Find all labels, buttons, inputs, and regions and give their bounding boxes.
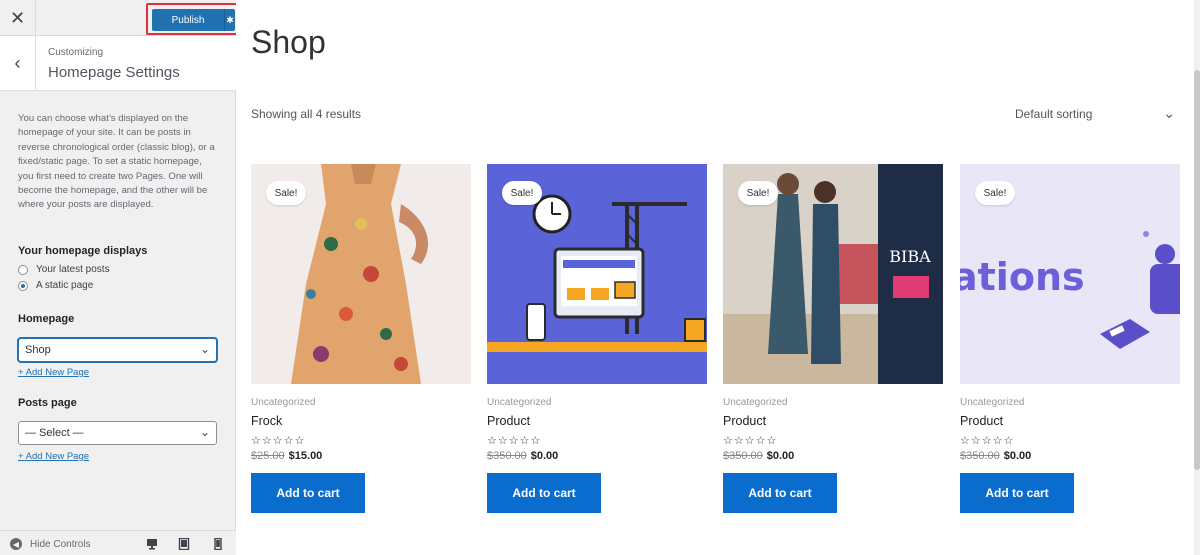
sale-price: $0.00 xyxy=(766,450,795,462)
product-name[interactable]: Product xyxy=(960,414,1180,428)
mobile-icon xyxy=(214,538,222,550)
gear-icon: ✱ xyxy=(226,14,234,25)
product-name[interactable]: Product xyxy=(723,414,943,428)
radio-button[interactable] xyxy=(18,264,28,275)
page-title: Shop xyxy=(251,24,326,60)
sale-price: $0.00 xyxy=(1003,450,1032,462)
chevron-left-icon: ‹ xyxy=(14,53,21,73)
product-price: $350.00 $0.00 xyxy=(960,450,1180,462)
old-price: $350.00 xyxy=(723,450,763,462)
scrollbar[interactable] xyxy=(1194,0,1200,555)
product-name[interactable]: Product xyxy=(487,414,707,428)
collapse-icon: ◀ xyxy=(10,538,22,550)
product-image-frock[interactable]: Sale! xyxy=(251,164,471,384)
publish-settings-button[interactable]: ✱ xyxy=(224,9,235,31)
chevron-down-icon: ⌄ xyxy=(199,425,210,439)
product-image[interactable]: BIBA Sale! xyxy=(723,164,943,384)
radio-label: A static page xyxy=(36,280,94,291)
product-price: $25.00 $15.00 xyxy=(251,450,471,462)
star-rating: ☆☆☆☆☆ xyxy=(960,435,1015,447)
section-title: Homepage Settings xyxy=(48,64,180,81)
homepage-select-value: Shop xyxy=(25,344,51,356)
biba-logo-text: BIBA xyxy=(889,247,931,266)
homepage-label: Homepage xyxy=(18,313,75,325)
site-preview: Shop Showing all 4 results Default sorti… xyxy=(236,0,1200,555)
product-image[interactable]: ations Sale! xyxy=(960,164,1180,384)
add-to-cart-button[interactable]: Add to cart xyxy=(251,473,365,513)
old-price: $350.00 xyxy=(487,450,527,462)
product-category[interactable]: Uncategorized xyxy=(487,397,707,408)
back-button[interactable]: ‹ xyxy=(0,36,36,91)
desktop-preview-button[interactable] xyxy=(146,538,158,550)
add-to-cart-button[interactable]: Add to cart xyxy=(960,473,1074,513)
product-category[interactable]: Uncategorized xyxy=(251,397,471,408)
product-name[interactable]: Frock xyxy=(251,414,471,428)
close-icon: ✕ xyxy=(9,7,26,28)
sale-badge: Sale! xyxy=(502,181,542,205)
posts-page-select[interactable]: — Select — ⌄ xyxy=(18,421,217,445)
sale-badge: Sale! xyxy=(266,181,306,205)
customizer-sidebar: ✕ Publish ✱ ‹ Customizing Homepage Setti… xyxy=(0,0,239,555)
banner-text: ations xyxy=(960,255,1085,299)
result-count: Showing all 4 results xyxy=(251,107,362,121)
sale-badge: Sale! xyxy=(738,181,778,205)
customizer-footer: ◀ Hide Controls xyxy=(0,530,236,555)
chevron-down-icon: ⌄ xyxy=(199,342,210,356)
sorting-value: Default sorting xyxy=(1015,107,1093,121)
radio-latest-posts[interactable]: Your latest posts xyxy=(18,264,110,275)
posts-page-select-value: — Select — xyxy=(25,427,84,439)
desktop-icon xyxy=(147,539,157,550)
section-header: ‹ Customizing Homepage Settings xyxy=(0,36,236,91)
product-category[interactable]: Uncategorized xyxy=(723,397,943,408)
old-price: $25.00 xyxy=(251,450,285,462)
scrollbar-thumb[interactable] xyxy=(1194,70,1200,470)
posts-page-label: Posts page xyxy=(18,397,77,409)
publish-button[interactable]: Publish xyxy=(152,9,224,31)
homepage-displays-label: Your homepage displays xyxy=(18,245,148,257)
old-price: $350.00 xyxy=(960,450,1000,462)
tablet-preview-button[interactable] xyxy=(178,538,190,550)
sale-price: $0.00 xyxy=(530,450,559,462)
product-card: Sale! Uncategorized Frock ☆☆☆☆☆ $25.00 $1… xyxy=(251,164,471,513)
star-rating: ☆☆☆☆☆ xyxy=(251,435,306,447)
hide-controls-button[interactable]: ◀ Hide Controls xyxy=(10,538,91,550)
breadcrumb: Customizing xyxy=(48,47,104,58)
mobile-preview-button[interactable] xyxy=(212,538,224,550)
add-new-page-link[interactable]: + Add New Page xyxy=(18,367,89,378)
sale-badge: Sale! xyxy=(975,181,1015,205)
add-to-cart-button[interactable]: Add to cart xyxy=(723,473,837,513)
radio-static-page[interactable]: A static page xyxy=(18,280,93,291)
product-price: $350.00 $0.00 xyxy=(487,450,707,462)
product-category[interactable]: Uncategorized xyxy=(960,397,1180,408)
product-card: Sale! Uncategorized Product ☆☆☆☆☆ $350.0… xyxy=(487,164,707,513)
product-card: ations Sale! Uncategorized Product ☆☆☆☆☆… xyxy=(960,164,1180,513)
radio-button-selected[interactable] xyxy=(18,280,28,291)
section-description: You can choose what’s displayed on the h… xyxy=(18,113,215,211)
product-card: BIBA Sale! Uncategorized Product ☆☆☆☆☆ $… xyxy=(723,164,943,513)
star-rating: ☆☆☆☆☆ xyxy=(487,435,542,447)
publish-highlight: Publish ✱ xyxy=(146,3,239,35)
customizer-header: ✕ Publish ✱ xyxy=(0,0,239,36)
sorting-select[interactable]: Default sorting ⌄ xyxy=(1015,105,1175,121)
product-image[interactable]: Sale! xyxy=(487,164,707,384)
radio-label: Your latest posts xyxy=(36,264,110,275)
add-new-page-link-posts[interactable]: + Add New Page xyxy=(18,451,89,462)
tablet-icon xyxy=(178,538,190,550)
homepage-select[interactable]: Shop ⌄ xyxy=(18,338,217,362)
add-to-cart-button[interactable]: Add to cart xyxy=(487,473,601,513)
product-price: $350.00 $0.00 xyxy=(723,450,943,462)
star-rating: ☆☆☆☆☆ xyxy=(723,435,778,447)
sale-price: $15.00 xyxy=(288,450,323,462)
close-button[interactable]: ✕ xyxy=(0,0,36,36)
chevron-down-icon: ⌄ xyxy=(1163,105,1175,121)
hide-controls-label: Hide Controls xyxy=(30,538,91,550)
